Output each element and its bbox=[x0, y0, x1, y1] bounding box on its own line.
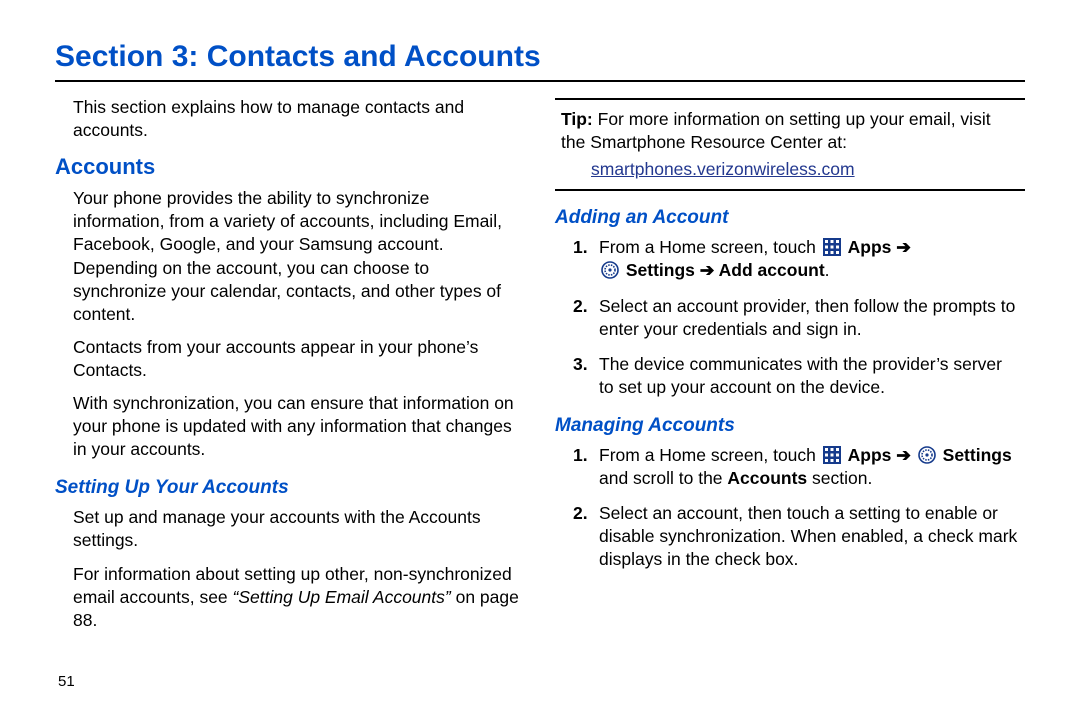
managing-step1-pre: From a Home screen, touch bbox=[599, 445, 821, 465]
managing-heading: Managing Accounts bbox=[555, 413, 1025, 438]
tip-link[interactable]: smartphones.verizonwireless.com bbox=[591, 159, 855, 179]
managing-step1-post1: and scroll to the bbox=[599, 468, 727, 488]
settings-gear-icon bbox=[601, 261, 619, 279]
accounts-p3: With synchronization, you can ensure tha… bbox=[55, 392, 525, 461]
adding-step1-period: . bbox=[825, 260, 830, 280]
accounts-p2: Contacts from your accounts appear in yo… bbox=[55, 336, 525, 382]
setup-p2-ref: “Setting Up Email Accounts” bbox=[233, 587, 451, 607]
tip-text-line: Tip: For more information on setting up … bbox=[561, 108, 1019, 154]
adding-step1-arrow: ➔ bbox=[891, 237, 911, 257]
adding-step1-arrow2: ➔ bbox=[695, 260, 719, 280]
tip-bottom-rule bbox=[555, 189, 1025, 191]
left-column: This section explains how to manage cont… bbox=[55, 96, 525, 642]
manual-page: Section 3: Contacts and Accounts This se… bbox=[0, 0, 1080, 720]
tip-text: For more information on setting up your … bbox=[561, 109, 991, 152]
managing-step-2: Select an account, then touch a setting … bbox=[555, 502, 1025, 571]
adding-step1-add: Add account bbox=[719, 260, 825, 280]
right-column: Tip: For more information on setting up … bbox=[555, 96, 1025, 642]
section-title: Section 3: Contacts and Accounts bbox=[55, 40, 1025, 74]
title-divider bbox=[55, 80, 1025, 82]
managing-steps: From a Home screen, touch Apps ➔ Setting… bbox=[555, 444, 1025, 571]
apps-grid-icon bbox=[823, 238, 841, 256]
tip-top-rule bbox=[555, 98, 1025, 100]
managing-step-1: From a Home screen, touch Apps ➔ Setting… bbox=[555, 444, 1025, 490]
adding-step-1: From a Home screen, touch Apps ➔ Setting… bbox=[555, 236, 1025, 282]
adding-step-2: Select an account provider, then follow … bbox=[555, 295, 1025, 341]
managing-step1-apps: Apps bbox=[848, 445, 892, 465]
setup-heading: Setting Up Your Accounts bbox=[55, 475, 525, 500]
accounts-heading: Accounts bbox=[55, 152, 525, 181]
tip-label: Tip: bbox=[561, 109, 593, 129]
managing-step1-accounts: Accounts bbox=[727, 468, 807, 488]
page-number: 51 bbox=[58, 673, 75, 690]
adding-step1-settings: Settings bbox=[626, 260, 695, 280]
managing-step1-arrow: ➔ bbox=[891, 445, 915, 465]
adding-step1-apps: Apps bbox=[848, 237, 892, 257]
intro-text: This section explains how to manage cont… bbox=[55, 96, 525, 142]
setup-p1: Set up and manage your accounts with the… bbox=[55, 506, 525, 552]
setup-p2: For information about setting up other, … bbox=[55, 563, 525, 632]
accounts-p1: Your phone provides the ability to synch… bbox=[55, 187, 525, 326]
managing-step1-settings: Settings bbox=[943, 445, 1012, 465]
adding-steps: From a Home screen, touch Apps ➔ Setting… bbox=[555, 236, 1025, 399]
managing-step1-post2: section. bbox=[807, 468, 872, 488]
tip-link-line: smartphones.verizonwireless.com bbox=[591, 158, 1019, 181]
settings-gear-icon bbox=[918, 446, 936, 464]
two-column-layout: This section explains how to manage cont… bbox=[55, 96, 1025, 642]
adding-step1-pre: From a Home screen, touch bbox=[599, 237, 821, 257]
adding-heading: Adding an Account bbox=[555, 205, 1025, 230]
adding-step-3: The device communicates with the provide… bbox=[555, 353, 1025, 399]
tip-box: Tip: For more information on setting up … bbox=[555, 98, 1025, 191]
apps-grid-icon bbox=[823, 446, 841, 464]
